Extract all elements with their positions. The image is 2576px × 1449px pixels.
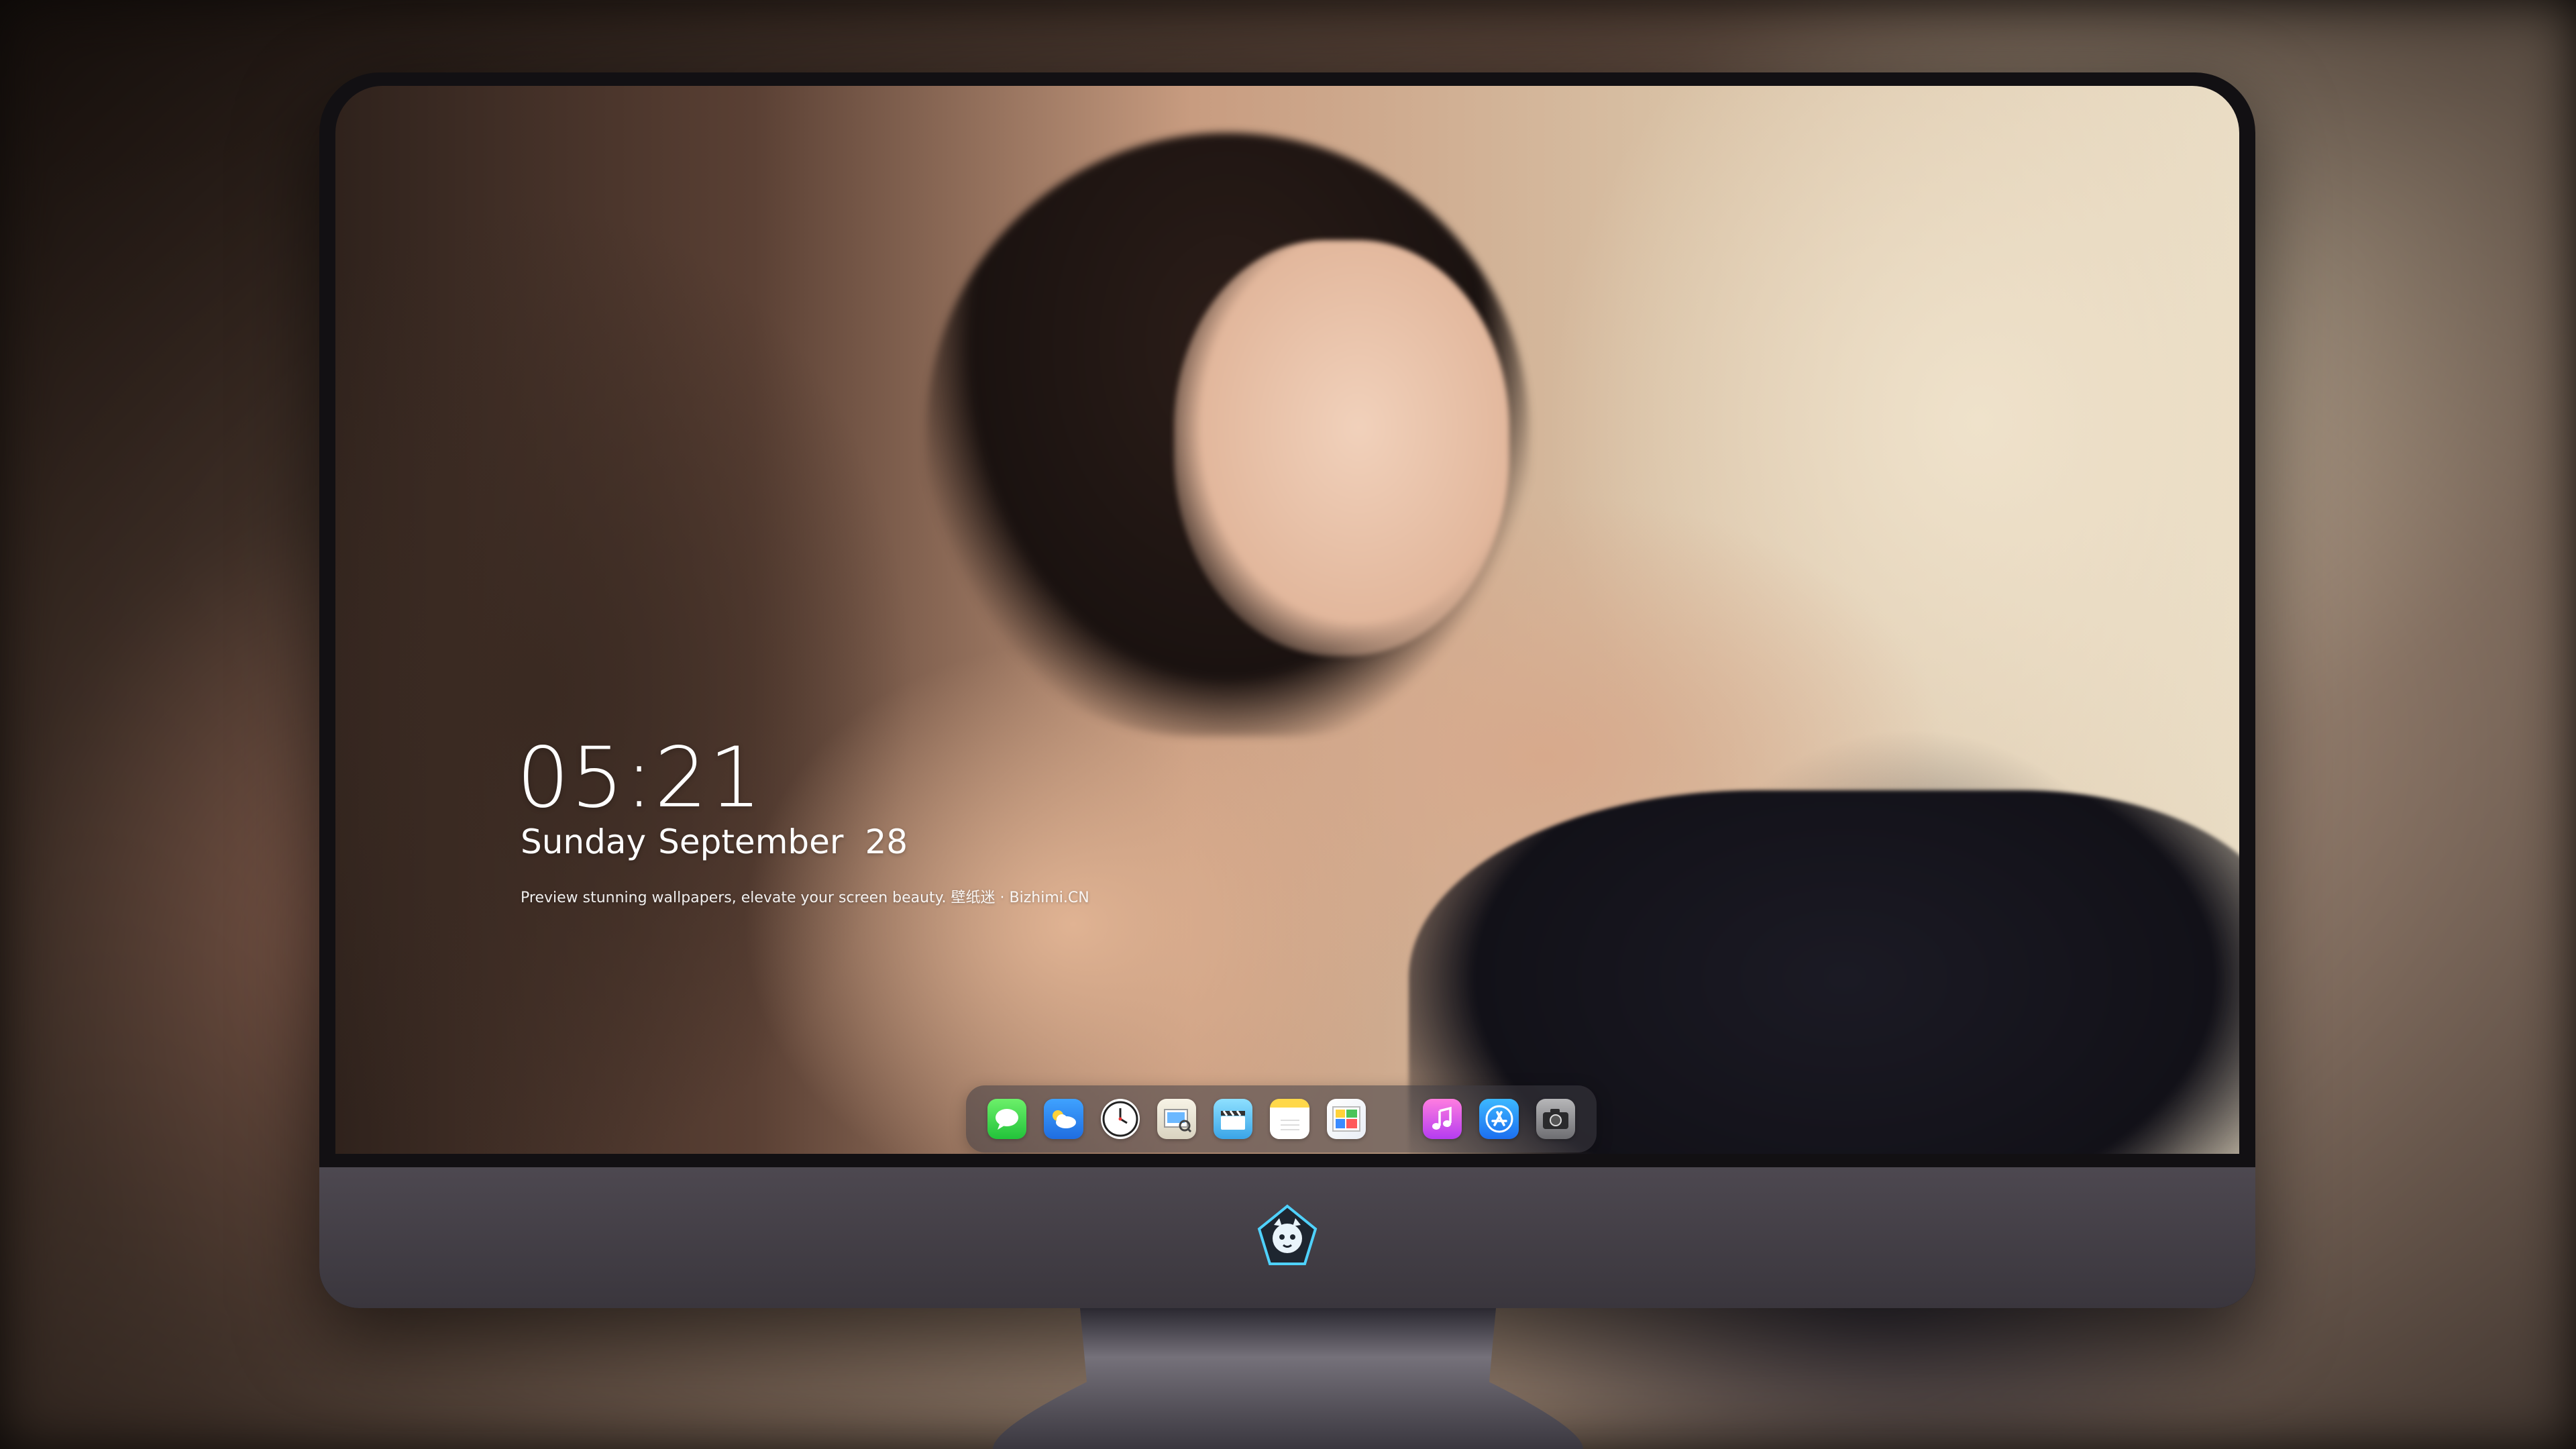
camera-icon bbox=[1542, 1109, 1568, 1129]
dock-app-music[interactable] bbox=[1423, 1099, 1462, 1139]
lockscreen-clock: 05:21 bbox=[517, 730, 763, 826]
dock bbox=[966, 1085, 1597, 1152]
photos-icon bbox=[1332, 1106, 1360, 1132]
brand-logo-icon bbox=[1257, 1204, 1318, 1265]
dock-app-weather[interactable] bbox=[1044, 1099, 1083, 1139]
dock-app-photos[interactable] bbox=[1326, 1099, 1366, 1139]
messages-icon bbox=[996, 1109, 1019, 1130]
dock-app-camera[interactable] bbox=[1536, 1099, 1575, 1139]
dock-app-preview[interactable] bbox=[1157, 1099, 1197, 1139]
date-weekday: Sunday bbox=[521, 822, 647, 861]
wallpaper-face bbox=[1174, 240, 1509, 656]
notes-icon bbox=[1280, 1120, 1299, 1130]
monitor-stand bbox=[993, 1308, 1583, 1449]
date-month: September bbox=[658, 822, 844, 861]
clapperboard-icon bbox=[1221, 1110, 1246, 1130]
weather-icon bbox=[1053, 1110, 1077, 1128]
preview-icon bbox=[1164, 1109, 1192, 1132]
dock-app-store[interactable] bbox=[1479, 1099, 1519, 1139]
dock-app-clock[interactable] bbox=[1100, 1099, 1140, 1139]
lockscreen-tagline: Preview stunning wallpapers, elevate you… bbox=[521, 890, 1089, 906]
clock-icon bbox=[1102, 1101, 1138, 1137]
dock-app-video[interactable] bbox=[1214, 1099, 1253, 1139]
music-icon bbox=[1432, 1106, 1452, 1130]
dock-app-notes[interactable] bbox=[1270, 1099, 1309, 1139]
desktop-screen: 05:21 Sunday September 28 Preview stunning… bbox=[335, 86, 2239, 1154]
date-day: 28 bbox=[865, 822, 908, 861]
app-store-icon bbox=[1485, 1105, 1513, 1133]
lockscreen-date: Sunday September 28 bbox=[521, 822, 908, 861]
imac-monitor: 05:21 Sunday September 28 Preview stunning… bbox=[319, 72, 2255, 1308]
dock-app-messages[interactable] bbox=[987, 1099, 1027, 1139]
